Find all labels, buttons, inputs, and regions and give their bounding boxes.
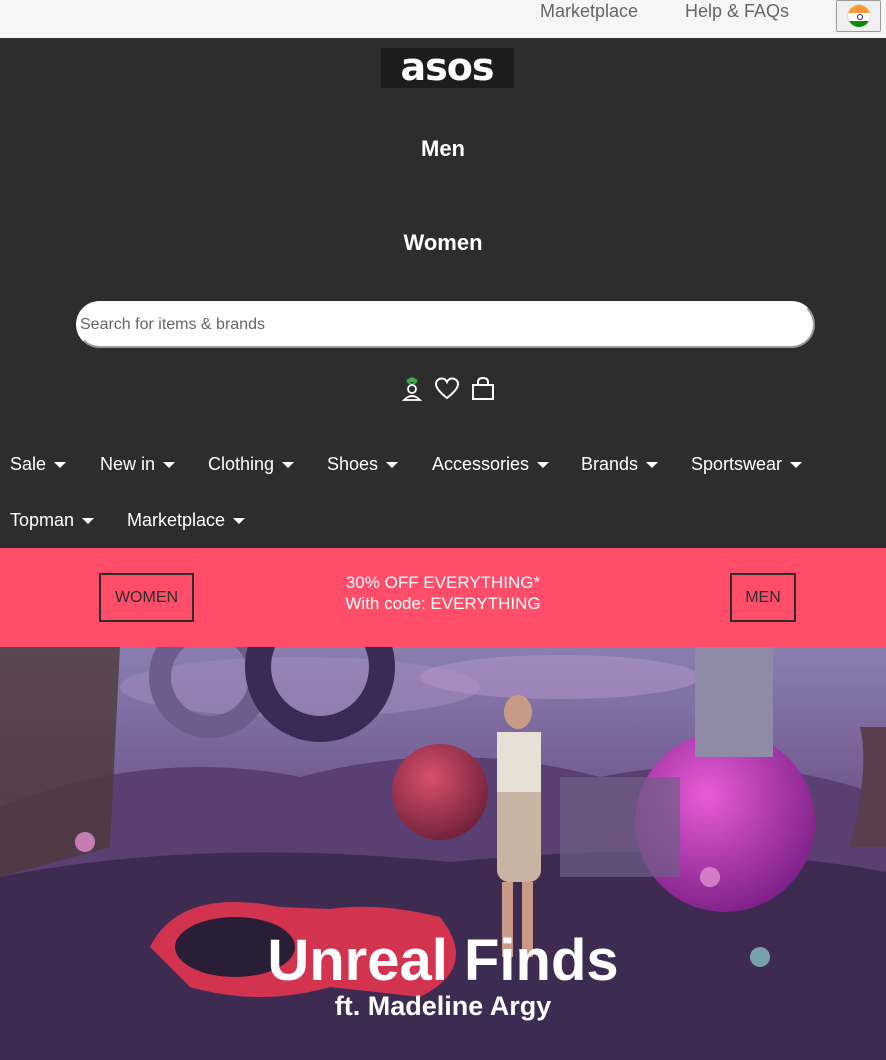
- top-utility-bar: Marketplace Help & FAQs: [0, 0, 886, 38]
- chevron-down-icon: [282, 461, 295, 468]
- chevron-down-icon: [163, 461, 176, 468]
- chevron-down-icon: [790, 461, 803, 468]
- nav-item-new-in[interactable]: New in: [100, 454, 176, 475]
- men-link[interactable]: Men: [0, 136, 886, 162]
- chevron-down-icon: [54, 461, 67, 468]
- nav-item-brands[interactable]: Brands: [581, 454, 659, 475]
- nav-item-sportswear[interactable]: Sportswear: [691, 454, 803, 475]
- chevron-down-icon: [646, 461, 659, 468]
- nav-item-sale[interactable]: Sale: [10, 454, 67, 475]
- svg-text:asos: asos: [401, 48, 494, 88]
- header-icons: [400, 376, 496, 402]
- search-input[interactable]: [80, 315, 813, 334]
- marketplace-link[interactable]: Marketplace: [540, 0, 638, 22]
- nav-item-marketplace[interactable]: Marketplace: [127, 510, 246, 531]
- hero-title: Unreal Finds: [267, 928, 619, 993]
- chevron-down-icon: [386, 461, 399, 468]
- account-icon[interactable]: [400, 376, 424, 402]
- help-faqs-link[interactable]: Help & FAQs: [685, 0, 789, 22]
- heart-icon[interactable]: [434, 377, 460, 401]
- hero-subtitle: ft. Madeline Argy: [334, 991, 552, 1021]
- hero-banner[interactable]: Unreal Finds ft. Madeline Argy: [0, 647, 886, 1060]
- nav-item-clothing[interactable]: Clothing: [208, 454, 295, 475]
- bag-icon[interactable]: [470, 376, 496, 402]
- asos-logo[interactable]: asos: [381, 45, 514, 89]
- country-selector-button[interactable]: [836, 0, 881, 32]
- search-bar[interactable]: [76, 301, 815, 348]
- promo-men-button[interactable]: MEN: [730, 573, 796, 622]
- chevron-down-icon: [233, 517, 246, 524]
- chevron-down-icon: [537, 461, 550, 468]
- india-flag-icon: [846, 4, 871, 28]
- promo-banner: WOMEN 30% OFF EVERYTHING* With code: EVE…: [0, 548, 886, 647]
- women-link[interactable]: Women: [0, 230, 886, 256]
- site-header: asos Men Women: [0, 38, 886, 436]
- nav-item-topman[interactable]: Topman: [10, 510, 95, 531]
- nav-item-accessories[interactable]: Accessories: [432, 454, 550, 475]
- category-nav: Sale New in Clothing Shoes Accessories B…: [0, 436, 886, 548]
- chevron-down-icon: [82, 517, 95, 524]
- nav-item-shoes[interactable]: Shoes: [327, 454, 399, 475]
